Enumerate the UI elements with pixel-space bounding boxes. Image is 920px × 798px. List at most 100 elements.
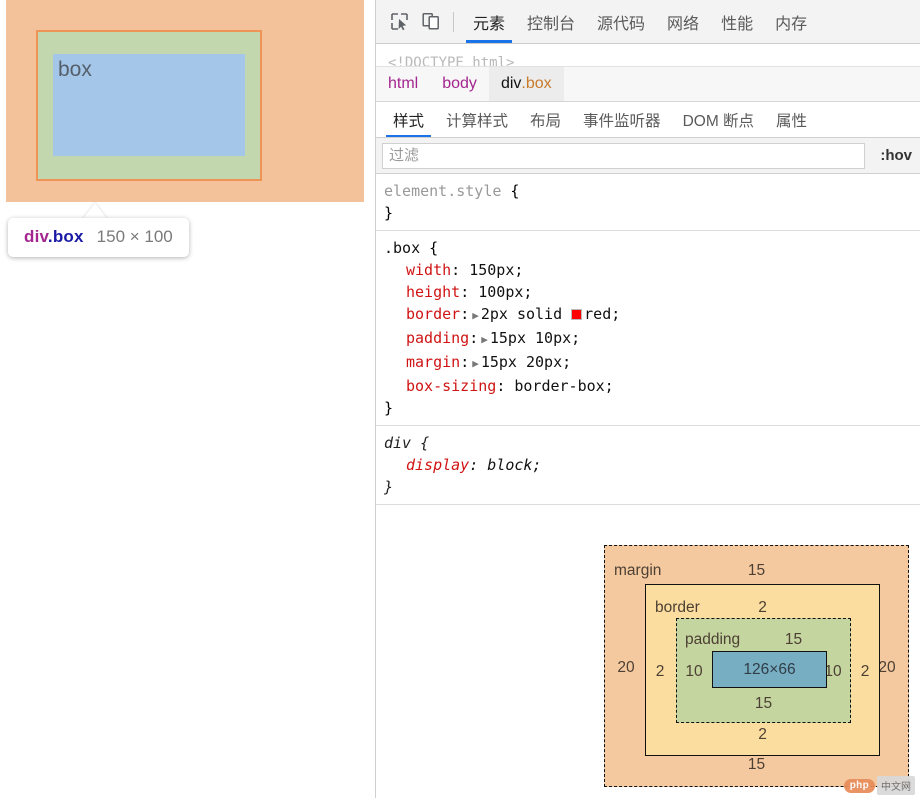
css-rule-0[interactable]: element.style {} <box>376 174 920 231</box>
css-property[interactable]: display <box>406 456 469 474</box>
expand-triangle-icon[interactable]: ▶ <box>469 357 481 370</box>
doctype-line: <!DOCTYPE html> <box>388 55 515 67</box>
box-model-border-region[interactable]: border 2 2 2 2 padding 15 15 10 10 126×6… <box>645 584 880 756</box>
box-model-border-right[interactable]: 2 <box>856 663 874 681</box>
css-selector[interactable]: .box <box>384 239 420 257</box>
css-property[interactable]: box-sizing <box>406 377 496 395</box>
css-property[interactable]: padding <box>406 329 469 347</box>
inspector-tooltip: div.box 150 × 100 <box>8 218 189 257</box>
tab-label: 元素 <box>473 15 506 33</box>
css-property[interactable]: height <box>406 283 460 301</box>
expand-triangle-icon[interactable]: ▶ <box>469 309 481 322</box>
css-selector[interactable]: element.style <box>384 182 501 200</box>
css-value[interactable]: 15px 20px; <box>481 353 571 371</box>
css-value-color[interactable]: red; <box>584 305 620 323</box>
hov-state-button[interactable]: :hov <box>872 147 920 164</box>
box-model-padding-left[interactable]: 10 <box>681 663 707 681</box>
css-rule-selector-line: .box { <box>384 237 920 259</box>
watermark: php 中文网 <box>843 776 915 795</box>
box-model-margin-left[interactable]: 20 <box>615 659 637 677</box>
devtools-panel: 元素 控制台 源代码 网络 性能 内存 <!DOCTYPE html> html body d… <box>375 0 920 798</box>
sub-tab-label: 样式 <box>393 112 425 130</box>
breadcrumb: html body div .box <box>376 67 920 102</box>
sub-tab-5[interactable]: 属性 <box>765 102 818 137</box>
screenshot-root: box div.box 150 × 100 元素 控制台 源代码 网络 性能 内… <box>0 0 920 798</box>
tab-2[interactable]: 源代码 <box>586 0 656 43</box>
css-value[interactable]: border-box; <box>514 377 613 395</box>
css-rule-1[interactable]: .box {width: 150px; height: 100px; border:… <box>376 231 920 426</box>
breadcrumb-class: .box <box>521 75 552 92</box>
tab-4[interactable]: 性能 <box>710 0 764 43</box>
css-colon: : <box>469 329 479 347</box>
color-swatch-icon[interactable] <box>571 309 583 320</box>
css-selector[interactable]: div <box>384 434 411 452</box>
inspect-element-icon[interactable] <box>383 7 415 37</box>
css-colon: : <box>451 261 461 279</box>
tab-3[interactable]: 网络 <box>656 0 710 43</box>
breadcrumb-tag: body <box>442 75 477 92</box>
css-declaration[interactable]: box-sizing: border-box; <box>384 375 920 397</box>
css-value[interactable]: 100px; <box>478 283 532 301</box>
css-declaration[interactable]: border: ▶ 2px solid red; <box>384 303 920 327</box>
tab-0[interactable]: 元素 <box>462 0 516 43</box>
box-model-padding-bottom[interactable]: 15 <box>677 695 850 713</box>
tab-1[interactable]: 控制台 <box>516 0 586 43</box>
tab-label: 网络 <box>667 15 700 33</box>
css-declaration[interactable]: display: block; <box>384 454 920 476</box>
css-rule-selector-line: element.style { <box>384 180 920 202</box>
css-value[interactable]: 15px 10px; <box>490 329 580 347</box>
tooltip-dimensions: 150 × 100 <box>96 227 173 246</box>
breadcrumb-item-0[interactable]: html <box>376 67 430 101</box>
box-model-border-left[interactable]: 2 <box>651 663 669 681</box>
css-value[interactable]: 150px; <box>469 261 523 279</box>
box-model-border-top[interactable]: 2 <box>646 599 879 617</box>
box-model-margin-bottom[interactable]: 15 <box>605 756 908 774</box>
css-declaration[interactable]: width: 150px; <box>384 259 920 281</box>
sub-tab-3[interactable]: 事件监听器 <box>572 102 672 137</box>
tab-label: 内存 <box>775 15 808 33</box>
css-space <box>460 261 469 279</box>
css-declaration[interactable]: margin: ▶ 15px 20px; <box>384 351 920 375</box>
tab-label: 控制台 <box>527 15 576 33</box>
box-model-margin-region[interactable]: margin 15 15 20 20 border 2 2 2 2 paddin… <box>604 545 909 787</box>
tab-label: 源代码 <box>597 15 646 33</box>
tooltip-tag-name: div <box>24 227 48 246</box>
sub-tab-1[interactable]: 计算样式 <box>435 102 519 137</box>
box-model-diagram: margin 15 15 20 20 border 2 2 2 2 paddin… <box>376 540 920 798</box>
box-model-margin-top[interactable]: 15 <box>605 562 908 580</box>
sub-tab-4[interactable]: DOM 断点 <box>672 102 765 137</box>
expand-triangle-icon[interactable]: ▶ <box>478 333 490 346</box>
css-declaration[interactable]: padding: ▶ 15px 10px; <box>384 327 920 351</box>
sub-tab-label: DOM 断点 <box>682 112 755 130</box>
css-property[interactable]: width <box>406 261 451 279</box>
css-colon: : <box>460 305 470 323</box>
box-model-border-bottom[interactable]: 2 <box>646 726 879 744</box>
devtools-toolbar: 元素 控制台 源代码 网络 性能 内存 <box>376 0 920 44</box>
box-model-content-region[interactable]: 126×66 <box>712 651 827 688</box>
css-property[interactable]: margin <box>406 353 460 371</box>
breadcrumb-item-1[interactable]: body <box>430 67 489 101</box>
close-brace: } <box>384 399 394 417</box>
css-property[interactable]: border <box>406 305 460 323</box>
styles-filter-bar: :hov <box>376 138 920 174</box>
css-value[interactable]: block; <box>487 456 541 474</box>
device-toolbar-icon[interactable] <box>415 7 447 37</box>
breadcrumb-tag: html <box>388 75 419 92</box>
tab-5[interactable]: 内存 <box>764 0 818 43</box>
sub-tab-label: 计算样式 <box>446 112 509 130</box>
sub-tab-0[interactable]: 样式 <box>382 102 435 137</box>
dom-tree-sliver: <!DOCTYPE html> <box>376 44 920 67</box>
close-brace: } <box>384 204 394 222</box>
css-value-prefix[interactable]: 2px solid <box>481 305 571 323</box>
box-model-padding-region[interactable]: padding 15 15 10 10 126×66 <box>676 618 851 723</box>
box-model-padding-top[interactable]: 15 <box>737 631 850 649</box>
sub-tab-2[interactable]: 布局 <box>519 102 572 137</box>
breadcrumb-item-2[interactable]: div .box <box>488 67 564 101</box>
css-declaration[interactable]: height: 100px; <box>384 281 920 303</box>
breadcrumb-tag: div <box>500 75 522 92</box>
filter-input[interactable] <box>382 142 866 169</box>
css-rule-2[interactable]: div {display: block;} <box>376 426 920 505</box>
page-viewport: box div.box 150 × 100 <box>0 0 374 798</box>
box-model-content-dimensions[interactable]: 126×66 <box>743 661 795 679</box>
box-model-padding-label: padding <box>685 631 741 648</box>
